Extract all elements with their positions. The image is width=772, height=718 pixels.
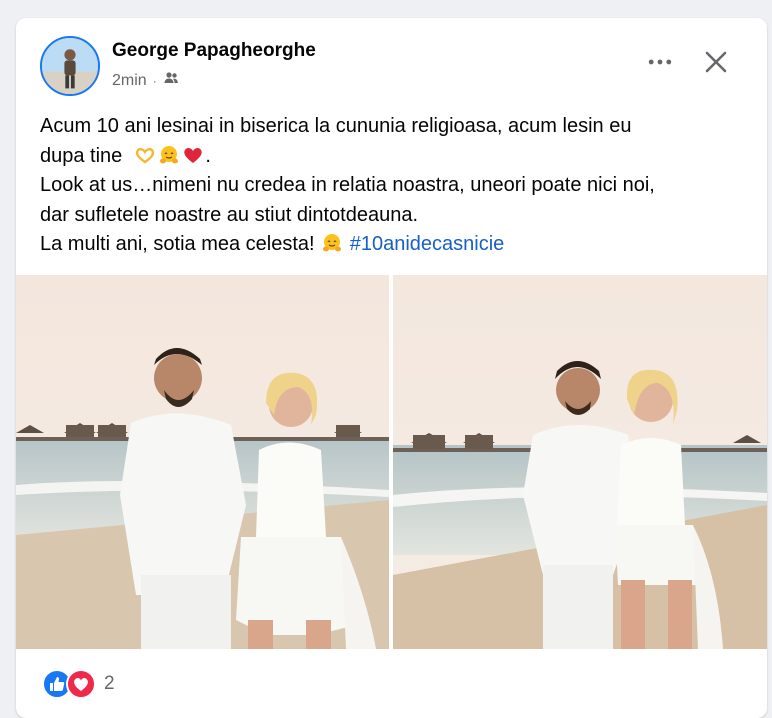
avatar[interactable] xyxy=(40,36,100,96)
reaction-count: 2 xyxy=(104,673,115,694)
heart-hands-emoji xyxy=(136,147,155,163)
couple-beach-photo-2[interactable] xyxy=(393,275,767,649)
post-header: George Papagheorghe 2min · xyxy=(16,18,767,108)
post-text-line: Acum 10 ani lesinai in biserica la cunun… xyxy=(40,115,632,137)
red-heart-emoji xyxy=(184,147,203,163)
post-text-line: dar sufletele noastre au stiut dintotdea… xyxy=(40,203,419,226)
friends-icon[interactable] xyxy=(163,70,179,91)
photo-grid xyxy=(16,275,767,649)
hashtag-link[interactable]: #10anidecasnicie xyxy=(350,233,505,255)
love-icon xyxy=(66,669,96,699)
separator-dot: · xyxy=(152,73,157,88)
post-text-line: La multi ani, sotia mea celesta! #10anid… xyxy=(40,233,505,255)
post-footer: 2 xyxy=(16,649,767,718)
author-name[interactable]: George Papagheorghe xyxy=(112,40,316,62)
post-text-line: dupa tine . xyxy=(40,144,211,167)
more-options-button[interactable] xyxy=(640,42,680,82)
post-meta: 2min · xyxy=(112,70,179,91)
reactions-summary[interactable]: 2 xyxy=(42,669,115,699)
hugging-face-emoji xyxy=(323,234,342,252)
post-time[interactable]: 2min xyxy=(112,72,147,90)
post-text: Acum 10 ani lesinai in biserica la cunun… xyxy=(40,112,740,260)
more-icon xyxy=(648,59,672,65)
close-icon xyxy=(705,51,727,73)
couple-beach-photo-1[interactable] xyxy=(16,275,389,649)
hugging-face-emoji xyxy=(160,145,179,163)
post-text-line: Look at us…nimeni nu credea in relatia n… xyxy=(40,174,655,196)
post-card: George Papagheorghe 2min · Acum 10 ani l… xyxy=(16,18,767,718)
close-button[interactable] xyxy=(696,42,736,82)
